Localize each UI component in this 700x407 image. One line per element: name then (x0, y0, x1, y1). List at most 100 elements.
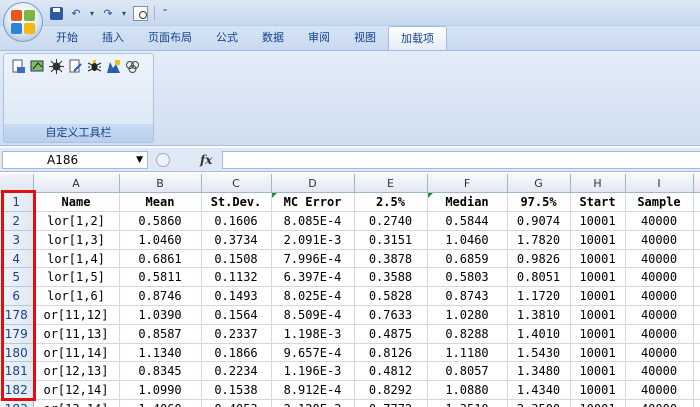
print-preview-icon[interactable] (132, 5, 148, 21)
column-header[interactable]: D (271, 174, 355, 194)
grid-cell[interactable]: or[12,14] (33, 380, 120, 401)
grid-cell[interactable]: 0.8743 (427, 286, 508, 307)
grid-cell[interactable]: 1.198E-3 (271, 324, 355, 344)
row-header[interactable]: 178 (0, 305, 34, 325)
grid-cell[interactable]: 10001 (570, 267, 626, 288)
row-header[interactable]: 4 (0, 249, 34, 269)
grid-cell[interactable]: 40000 (625, 343, 694, 363)
grid-cell[interactable]: 0.9826 (507, 249, 571, 269)
select-all-corner[interactable] (0, 174, 34, 194)
tool-icon-6[interactable] (105, 58, 121, 74)
undo-icon[interactable]: ↶ (68, 5, 84, 21)
grid-cell[interactable]: 0.1508 (201, 249, 272, 269)
grid-cell[interactable]: Sample (625, 192, 694, 213)
grid-cell[interactable]: 97.5% (507, 192, 571, 213)
grid-cell[interactable]: 1.0390 (119, 305, 202, 325)
grid-cell[interactable]: or[13,14] (33, 399, 120, 407)
grid-cell[interactable]: 1.0460 (427, 230, 508, 250)
grid-cell[interactable]: 0.3588 (354, 267, 428, 288)
save-icon[interactable] (48, 5, 64, 21)
grid-cell[interactable]: or[11,14] (33, 343, 120, 363)
column-header[interactable]: C (201, 174, 272, 194)
grid-cell[interactable] (693, 343, 700, 363)
tool-icon-1[interactable] (10, 58, 26, 74)
grid-cell[interactable] (693, 249, 700, 269)
grid-cell[interactable]: 1.3480 (507, 361, 571, 382)
grid-cell[interactable]: 0.8587 (119, 324, 202, 344)
grid-cell[interactable] (693, 305, 700, 325)
grid-cell[interactable]: or[12,13] (33, 361, 120, 382)
grid-cell[interactable]: 10001 (570, 380, 626, 401)
grid-cell[interactable]: 40000 (625, 211, 694, 231)
grid-cell[interactable]: 6.397E-4 (271, 267, 355, 288)
grid-cell[interactable]: Median (427, 192, 508, 213)
grid-cell[interactable]: 0.9074 (507, 211, 571, 231)
grid-cell[interactable] (693, 192, 700, 213)
grid-cell[interactable]: 1.4010 (507, 324, 571, 344)
grid-cell[interactable]: 0.2740 (354, 211, 428, 231)
office-button[interactable] (3, 2, 43, 42)
grid-cell[interactable]: 10001 (570, 399, 626, 407)
grid-cell[interactable]: 0.1564 (201, 305, 272, 325)
grid-cell[interactable]: 0.8057 (427, 361, 508, 382)
grid-cell[interactable]: 10001 (570, 361, 626, 382)
grid-cell[interactable]: 0.6861 (119, 249, 202, 269)
grid-cell[interactable]: or[11,12] (33, 305, 120, 325)
grid-cell[interactable]: Start (570, 192, 626, 213)
grid-cell[interactable]: 10001 (570, 230, 626, 250)
grid-cell[interactable]: 7.996E-4 (271, 249, 355, 269)
grid-cell[interactable]: 0.6859 (427, 249, 508, 269)
grid-cell[interactable]: lor[1,3] (33, 230, 120, 250)
grid-cell[interactable]: 40000 (625, 361, 694, 382)
grid-cell[interactable]: 1.1340 (119, 343, 202, 363)
grid-cell[interactable]: Name (33, 192, 120, 213)
grid-cell[interactable]: lor[1,4] (33, 249, 120, 269)
grid-cell[interactable]: 40000 (625, 267, 694, 288)
grid-cell[interactable]: 1.0990 (119, 380, 202, 401)
redo-icon[interactable]: ↷ (100, 5, 116, 21)
row-header[interactable]: 180 (0, 343, 34, 363)
grid-cell[interactable]: 1.3510 (427, 399, 508, 407)
grid-cell[interactable]: 0.1493 (201, 286, 272, 307)
grid-cell[interactable]: 0.7772 (354, 399, 428, 407)
grid-cell[interactable]: St.Dev. (201, 192, 272, 213)
tool-icon-7[interactable] (124, 58, 140, 74)
grid-cell[interactable]: 0.1866 (201, 343, 272, 363)
grid-cell[interactable]: 0.8746 (119, 286, 202, 307)
grid-cell[interactable]: 10001 (570, 286, 626, 307)
grid-cell[interactable] (693, 399, 700, 407)
formula-cancel-icon[interactable] (156, 153, 170, 167)
tool-icon-3[interactable] (48, 58, 64, 74)
grid-cell[interactable]: 9.657E-4 (271, 343, 355, 363)
grid-cell[interactable]: 2.091E-3 (271, 230, 355, 250)
tool-icon-4[interactable] (67, 58, 83, 74)
grid-cell[interactable]: lor[1,6] (33, 286, 120, 307)
grid-cell[interactable]: 0.5811 (119, 267, 202, 288)
grid-cell[interactable]: 1.0880 (427, 380, 508, 401)
grid-cell[interactable]: 0.5828 (354, 286, 428, 307)
chevron-down-icon[interactable]: ▼ (136, 152, 143, 168)
column-header[interactable]: F (427, 174, 508, 194)
row-header[interactable]: 181 (0, 361, 34, 382)
grid-cell[interactable]: 0.2234 (201, 361, 272, 382)
row-header[interactable]: 179 (0, 324, 34, 344)
grid-cell[interactable]: 0.1132 (201, 267, 272, 288)
grid-cell[interactable]: 0.8051 (507, 267, 571, 288)
tab-review[interactable]: 审阅 (296, 26, 342, 50)
row-header[interactable]: 5 (0, 267, 34, 288)
column-header[interactable]: E (354, 174, 428, 194)
tab-home[interactable]: 开始 (44, 26, 90, 50)
grid-cell[interactable]: 0.3878 (354, 249, 428, 269)
grid-cell[interactable]: 0.5844 (427, 211, 508, 231)
grid-cell[interactable]: 1.1720 (507, 286, 571, 307)
grid-cell[interactable]: 0.3734 (201, 230, 272, 250)
grid-cell[interactable]: 1.1180 (427, 343, 508, 363)
grid-cell[interactable]: 8.025E-4 (271, 286, 355, 307)
customize-qat-icon[interactable]: ⁼ (161, 5, 169, 21)
grid-cell[interactable]: Mean (119, 192, 202, 213)
tab-formulas[interactable]: 公式 (204, 26, 250, 50)
grid-cell[interactable] (693, 380, 700, 401)
grid-cell[interactable]: 0.2337 (201, 324, 272, 344)
row-header[interactable]: 1 (0, 192, 34, 213)
grid-cell[interactable]: 40000 (625, 380, 694, 401)
